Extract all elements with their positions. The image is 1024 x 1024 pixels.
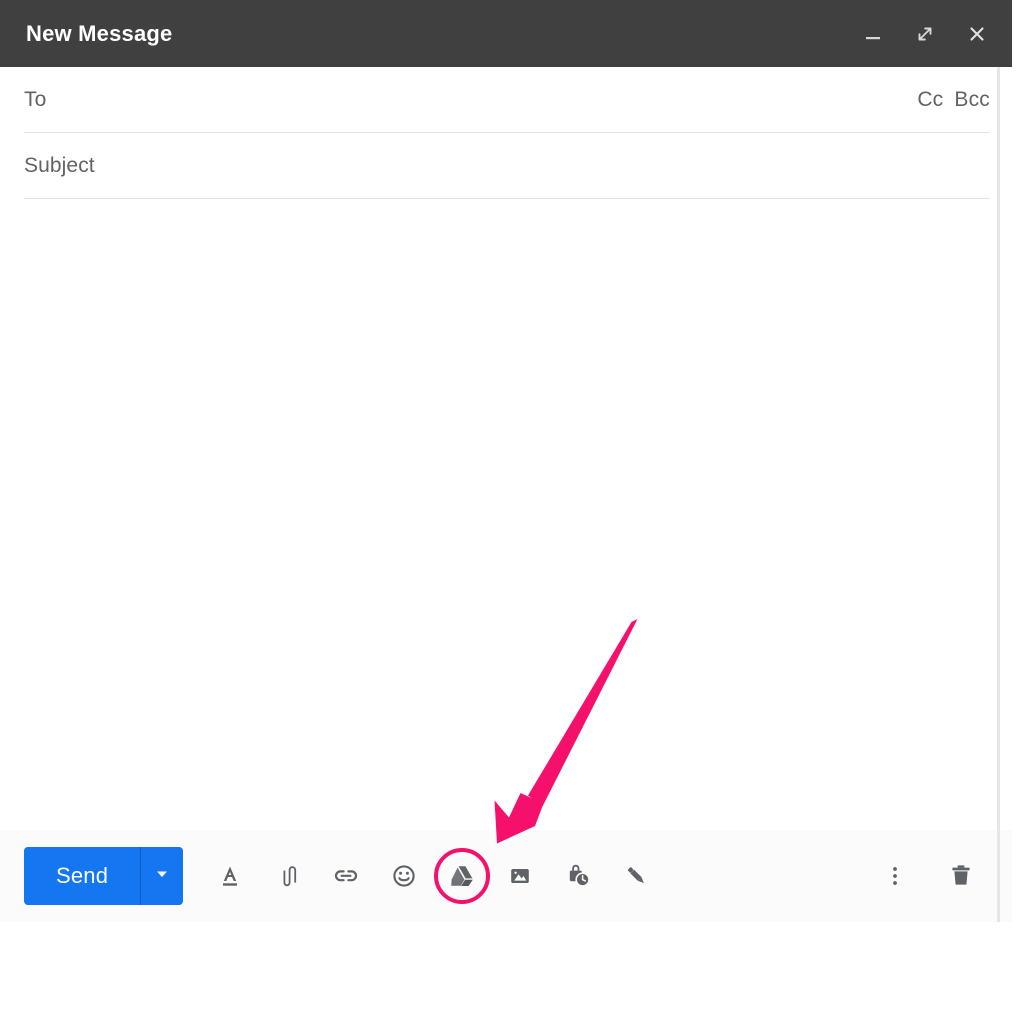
more-vertical-icon	[882, 863, 908, 889]
close-icon	[966, 23, 988, 45]
google-drive-icon	[448, 862, 476, 890]
attach-files-button[interactable]	[259, 847, 317, 905]
insert-drive-files-button[interactable]	[433, 847, 491, 905]
cc-bcc-group: Cc Bcc	[917, 88, 990, 112]
bcc-link[interactable]: Bcc	[954, 88, 990, 112]
page-title: New Message	[26, 20, 173, 46]
titlebar-actions	[858, 19, 992, 49]
toolbar-right-group	[866, 847, 990, 905]
insert-emoji-button[interactable]	[375, 847, 433, 905]
chevron-down-icon	[154, 866, 170, 887]
minimize-icon	[863, 24, 883, 44]
expand-icon	[914, 23, 936, 45]
compose-fields: To Cc Bcc Subject	[0, 67, 1012, 199]
minimize-button[interactable]	[858, 19, 888, 49]
lock-clock-icon	[563, 861, 593, 891]
discard-draft-button[interactable]	[932, 847, 990, 905]
vertical-scrollbar[interactable]	[997, 67, 1000, 922]
send-split-button: Send	[24, 847, 184, 905]
pen-icon	[621, 861, 651, 891]
trash-icon	[946, 861, 976, 891]
more-options-button[interactable]	[866, 847, 924, 905]
confidential-mode-button[interactable]	[549, 847, 607, 905]
subject-field[interactable]: Subject	[24, 154, 990, 178]
to-field[interactable]: To	[24, 88, 917, 112]
to-field-row[interactable]: To Cc Bcc	[24, 67, 990, 133]
link-icon	[331, 861, 361, 891]
send-options-button[interactable]	[141, 847, 183, 905]
subject-field-row[interactable]: Subject	[24, 133, 990, 199]
emoji-icon	[389, 861, 419, 891]
insert-photo-button[interactable]	[491, 847, 549, 905]
paperclip-icon	[273, 861, 303, 891]
cc-link[interactable]: Cc	[917, 88, 943, 112]
formatting-options-button[interactable]	[201, 847, 259, 905]
format-text-icon	[215, 861, 245, 891]
insert-link-button[interactable]	[317, 847, 375, 905]
compose-title-bar: New Message	[0, 0, 1012, 67]
message-body-area[interactable]	[0, 199, 1012, 830]
toolbar-icon-group	[201, 847, 665, 905]
expand-button[interactable]	[910, 19, 940, 49]
close-button[interactable]	[962, 19, 992, 49]
image-icon	[505, 861, 535, 891]
compose-toolbar: Send	[0, 830, 1012, 922]
send-button[interactable]: Send	[24, 847, 140, 905]
insert-signature-button[interactable]	[607, 847, 665, 905]
compose-window: New Message To Cc Bcc Subject Send	[0, 0, 1012, 922]
